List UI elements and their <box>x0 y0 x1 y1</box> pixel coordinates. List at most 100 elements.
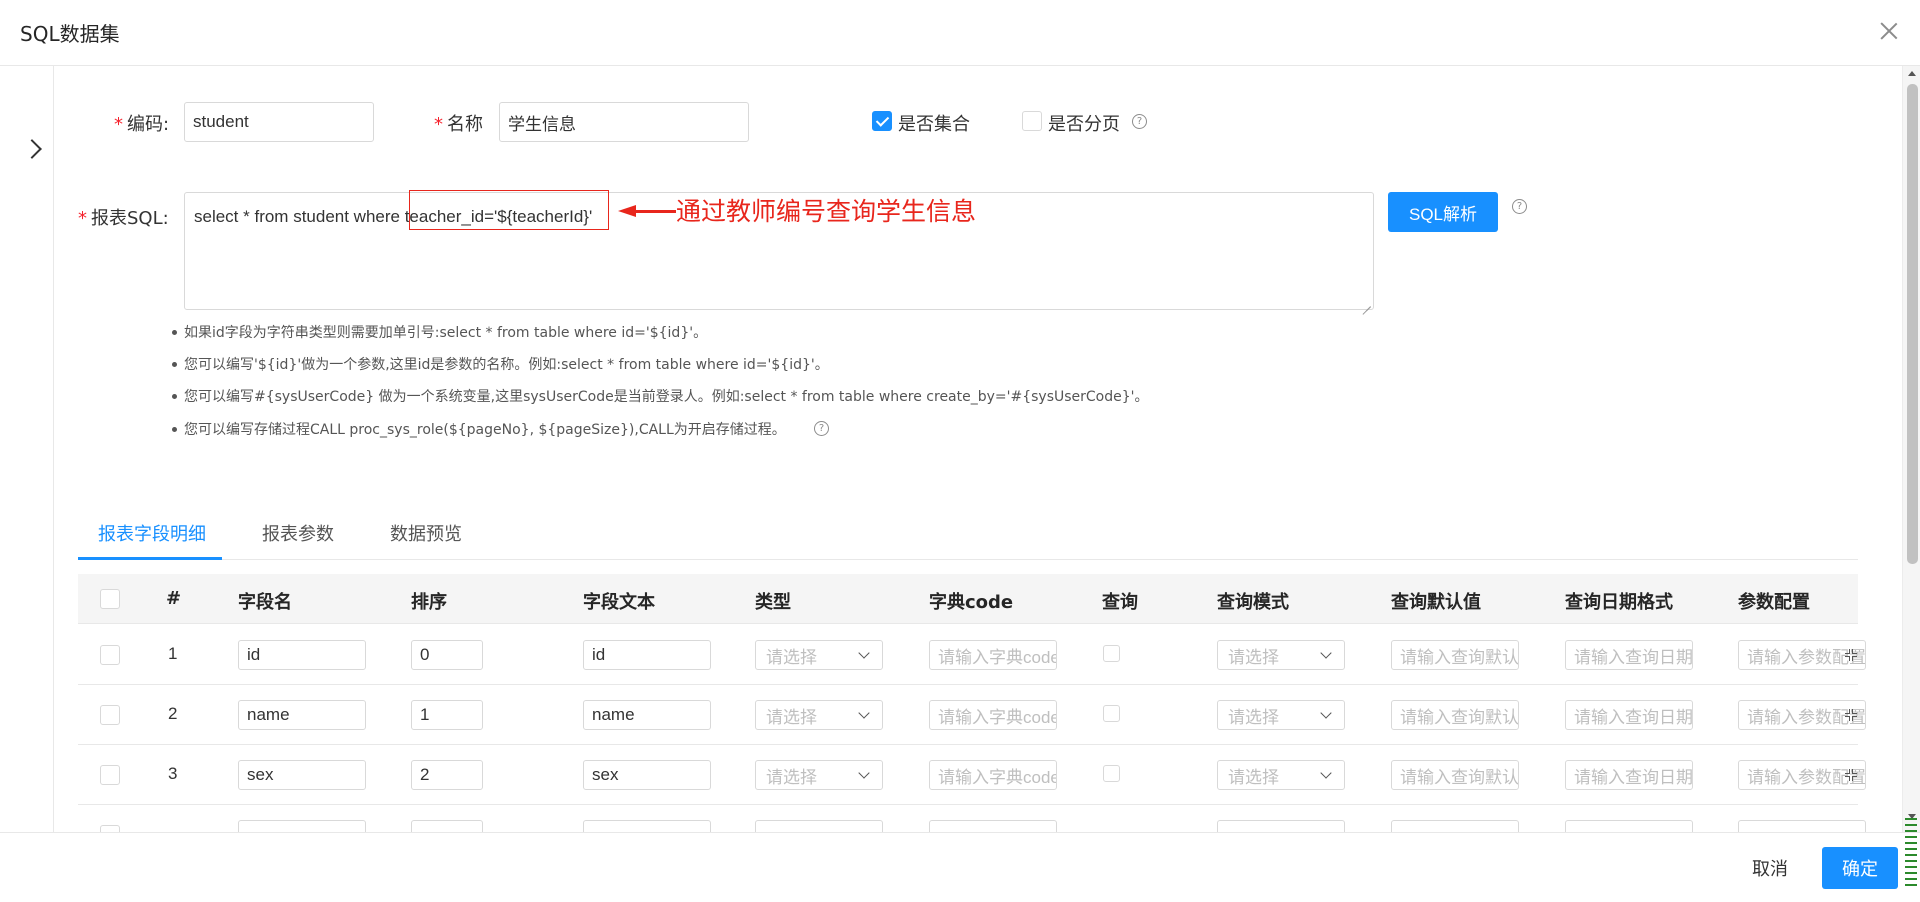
expand-icon[interactable] <box>1845 769 1857 781</box>
param-config-input[interactable]: 请输入参数配置 <box>1738 760 1866 790</box>
table-row: 1 id 0 id 请选择 请输入字典code 请选择 请输入查询默认值 请输入… <box>78 625 1866 685</box>
name-input[interactable]: 学生信息 <box>499 102 749 142</box>
order-input[interactable] <box>411 820 483 832</box>
row-checkbox[interactable] <box>100 825 120 832</box>
close-icon[interactable] <box>1876 18 1902 44</box>
field-text-input[interactable]: name <box>583 700 711 730</box>
confirm-button[interactable]: 确定 <box>1822 847 1898 889</box>
query-checkbox[interactable] <box>1103 765 1120 782</box>
order-input[interactable]: 0 <box>411 640 483 670</box>
header-query-mode: 查询模式 <box>1217 592 1289 613</box>
scroll-up-arrow-icon[interactable] <box>1908 71 1916 76</box>
code-label: * 编码: <box>114 114 170 135</box>
param-config-input[interactable]: 请输入参数配置 <box>1738 700 1866 730</box>
tab-report-params[interactable]: 报表参数 <box>262 520 334 546</box>
name-label: * 名称 <box>434 114 483 135</box>
code-input[interactable]: student <box>184 102 374 142</box>
resize-handle-icon[interactable] <box>1905 818 1917 890</box>
sql-parse-button[interactable]: SQL解析 <box>1388 192 1498 232</box>
field-name-input[interactable]: sex <box>238 760 366 790</box>
modal-header: SQL数据集 <box>0 0 1920 66</box>
query-date-format-input[interactable]: 请输入查询日期格式 <box>1565 640 1693 670</box>
is-paged-label: 是否分页 <box>1048 114 1120 135</box>
row-index: 3 <box>168 764 178 783</box>
table-row: 3 sex 2 sex 请选择 请输入字典code 请选择 请输入查询默认值 请… <box>78 745 1866 805</box>
header-order: 排序 <box>411 592 447 613</box>
type-select[interactable]: 请选择 <box>755 640 883 670</box>
row-checkbox[interactable] <box>100 645 120 665</box>
tip-item: 您可以编写'${id}'做为一个参数,这里id是参数的名称。例如:select … <box>172 354 829 374</box>
query-default-input[interactable]: 请输入查询默认值 <box>1391 760 1519 790</box>
select-all-checkbox[interactable] <box>100 589 120 609</box>
field-name-input[interactable] <box>238 820 366 832</box>
type-select[interactable]: 请选择 <box>755 760 883 790</box>
field-text-input[interactable] <box>583 820 711 832</box>
procedure-help-icon[interactable]: ? <box>814 421 829 436</box>
row-checkbox[interactable] <box>100 765 120 785</box>
scrollbar-thumb[interactable] <box>1907 84 1918 564</box>
dict-code-input[interactable]: 请输入字典code <box>929 640 1057 670</box>
row-checkbox[interactable] <box>100 705 120 725</box>
query-default-input[interactable] <box>1391 820 1519 832</box>
form-body: * 编码: student * 名称 学生信息 是否集合 是否分页 ? * 报表SQL… <box>54 66 1902 832</box>
is-collection-checkbox[interactable] <box>872 111 892 131</box>
annotation-arrow-line <box>634 210 676 213</box>
tab-field-detail[interactable]: 报表字段明细 <box>98 520 206 546</box>
chevron-down-icon <box>858 767 870 779</box>
chevron-down-icon <box>858 647 870 659</box>
expand-icon[interactable] <box>1845 709 1857 721</box>
type-select[interactable] <box>755 820 883 832</box>
query-checkbox[interactable] <box>1103 705 1120 722</box>
chevron-right-icon[interactable] <box>22 139 42 159</box>
dict-code-input[interactable]: 请输入字典code <box>929 700 1057 730</box>
order-input[interactable]: 1 <box>411 700 483 730</box>
row-index: 1 <box>168 644 178 663</box>
type-select[interactable]: 请选择 <box>755 700 883 730</box>
vertical-scrollbar[interactable] <box>1902 66 1920 832</box>
query-date-format-input[interactable] <box>1565 820 1693 832</box>
header-query-default: 查询默认值 <box>1391 592 1481 613</box>
header-query-date-format: 查询日期格式 <box>1565 592 1673 613</box>
field-name-input[interactable]: name <box>238 700 366 730</box>
dict-code-input[interactable] <box>929 820 1057 832</box>
param-config-input[interactable]: 请输入参数配置 <box>1738 640 1866 670</box>
query-date-format-input[interactable]: 请输入查询日期格式 <box>1565 760 1693 790</box>
tab-bar: 报表字段明细 报表参数 数据预览 <box>78 506 1858 560</box>
query-default-input[interactable]: 请输入查询默认值 <box>1391 640 1519 670</box>
expand-icon[interactable] <box>1845 649 1857 661</box>
param-config-input[interactable] <box>1738 820 1866 832</box>
row-index: 2 <box>168 704 178 723</box>
side-collapse-panel <box>0 66 54 832</box>
query-default-input[interactable]: 请输入查询默认值 <box>1391 700 1519 730</box>
header-dict-code: 字典code <box>929 592 1014 613</box>
tip-item: 您可以编写存储过程CALL proc_sys_role(${pageNo}, $… <box>172 419 786 439</box>
tab-data-preview[interactable]: 数据预览 <box>390 520 462 546</box>
field-name-input[interactable]: id <box>238 640 366 670</box>
order-input[interactable]: 2 <box>411 760 483 790</box>
tab-active-ink <box>78 557 222 560</box>
header-index: # <box>166 588 182 609</box>
header-field-name: 字段名 <box>238 592 292 613</box>
query-mode-select[interactable]: 请选择 <box>1217 700 1345 730</box>
field-text-input[interactable]: id <box>583 640 711 670</box>
field-text-input[interactable]: sex <box>583 760 711 790</box>
resize-grip-icon[interactable] <box>1361 297 1371 307</box>
query-mode-select[interactable]: 请选择 <box>1217 640 1345 670</box>
query-checkbox[interactable] <box>1103 645 1120 662</box>
header-type: 类型 <box>755 592 791 613</box>
dict-code-input[interactable]: 请输入字典code <box>929 760 1057 790</box>
chevron-down-icon <box>1320 707 1332 719</box>
chevron-down-icon <box>1320 767 1332 779</box>
tip-item: 如果id字段为字符串类型则需要加单引号:select * from table … <box>171 322 707 342</box>
paging-help-icon[interactable]: ? <box>1132 114 1147 129</box>
is-paged-checkbox[interactable] <box>1022 111 1042 131</box>
cancel-button[interactable]: 取消 <box>1730 847 1810 889</box>
header-param-config: 参数配置 <box>1738 592 1810 613</box>
query-mode-select[interactable] <box>1217 820 1345 832</box>
tip-item: 您可以编写#{sysUserCode} 做为一个系统变量,这里sysUserCo… <box>172 386 1149 406</box>
sql-help-icon[interactable]: ? <box>1512 199 1527 214</box>
header-query: 查询 <box>1102 592 1138 613</box>
query-mode-select[interactable]: 请选择 <box>1217 760 1345 790</box>
query-date-format-input[interactable]: 请输入查询日期格式 <box>1565 700 1693 730</box>
annotation-text: 通过教师编号查询学生信息 <box>676 197 977 226</box>
